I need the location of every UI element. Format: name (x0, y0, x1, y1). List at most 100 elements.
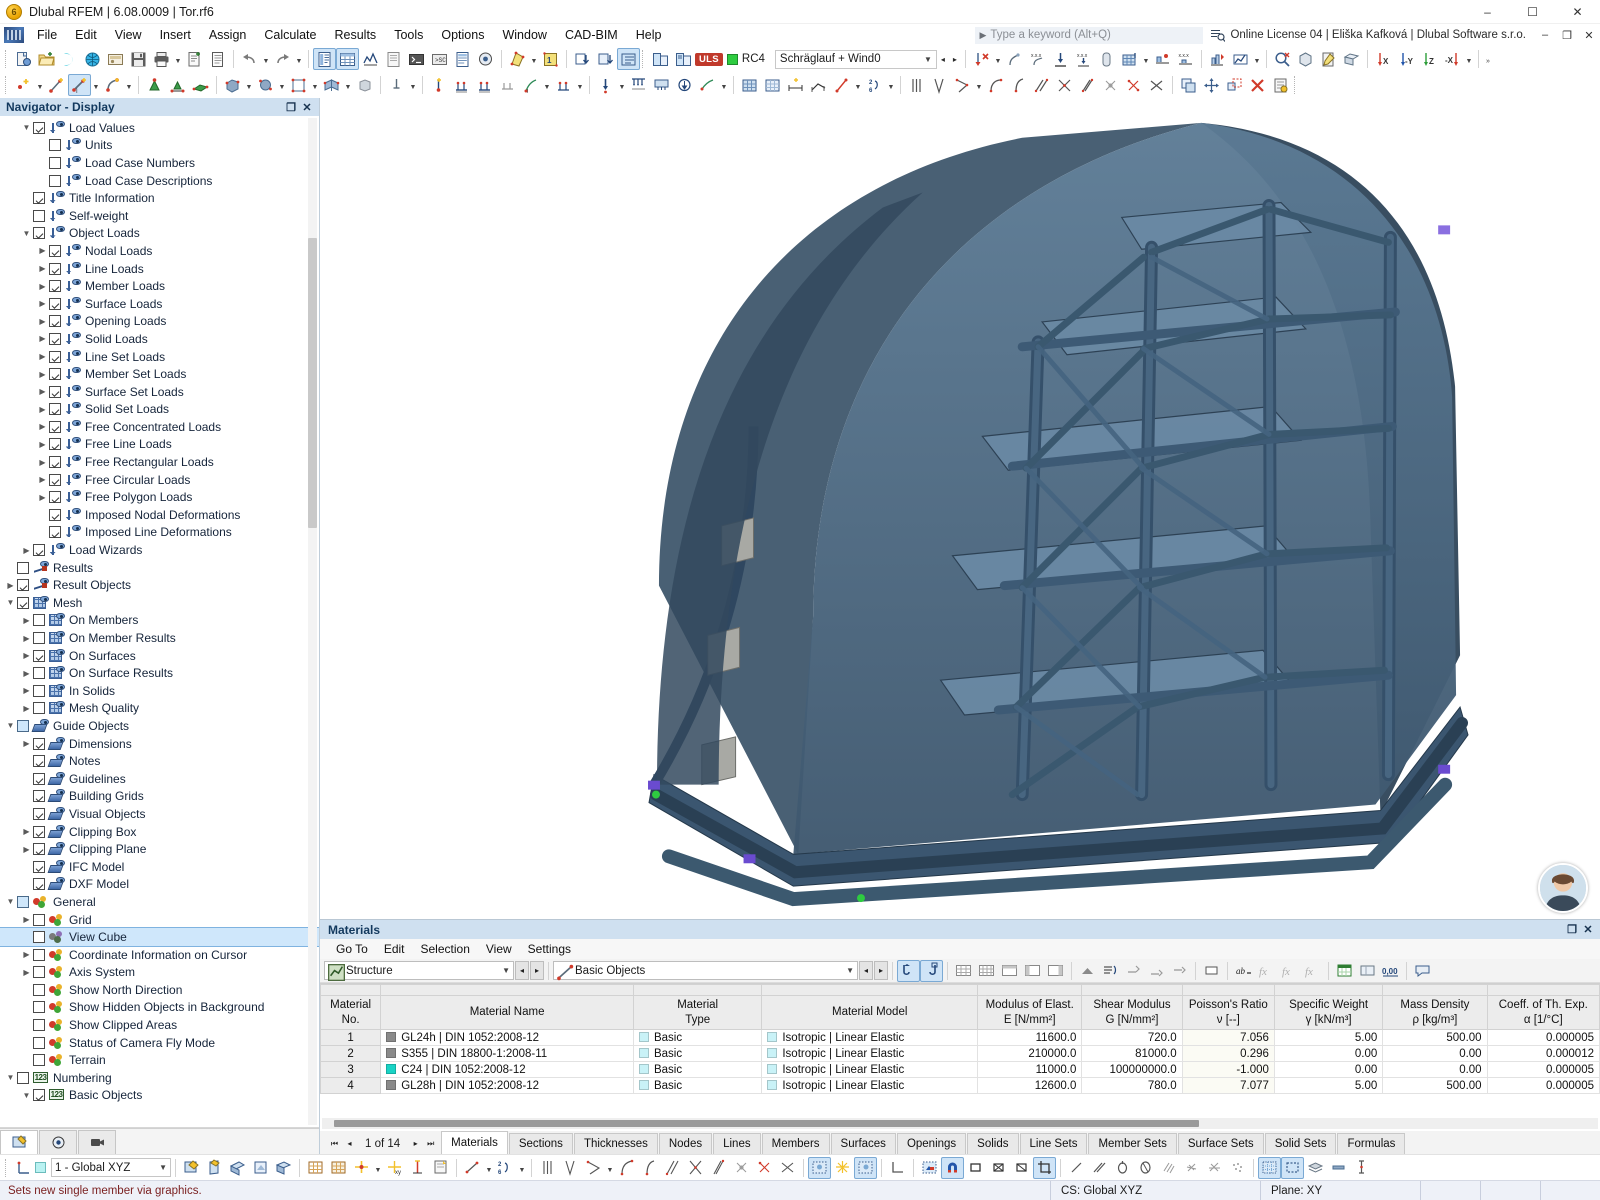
numbering-step-button[interactable]: 26 (863, 74, 886, 96)
deformation-xxx-button[interactable]: x.x.x (1026, 48, 1049, 70)
visibility-checkbox[interactable] (49, 174, 61, 187)
cell-shear-modulus[interactable]: 720.0 (1081, 1029, 1183, 1046)
support-surface-button[interactable] (189, 74, 212, 96)
load-display-button[interactable] (571, 48, 594, 70)
doc-restore-button[interactable]: ❐ (1556, 25, 1578, 45)
converge-guide-button[interactable] (559, 1157, 582, 1179)
navigator-item-coordinate-information-on-cursor[interactable]: ▶ Coordinate Information on Cursor (0, 946, 319, 964)
nodal-load-dropdown-icon[interactable]: ▼ (617, 74, 627, 96)
intersect-button[interactable] (1053, 74, 1076, 96)
show-bounding-box-button[interactable] (1281, 1156, 1304, 1179)
snap-settings-button[interactable] (350, 1157, 373, 1179)
section-properties-button[interactable] (830, 74, 853, 96)
visibility-checkbox[interactable] (49, 438, 61, 451)
numbering-display-button[interactable]: 1 (539, 48, 562, 70)
visibility-checkbox[interactable] (33, 227, 45, 240)
navigator-item-mesh-quality[interactable]: ▶ Mesh Quality (0, 700, 319, 718)
arc-button[interactable] (984, 74, 1007, 96)
chevron-right-icon[interactable]: ▶ (36, 456, 49, 469)
navigator-close-button[interactable]: ✕ (299, 99, 315, 115)
layers-button[interactable] (1304, 1157, 1327, 1179)
navigator-item-line-loads[interactable]: ▶ Line Loads (0, 260, 319, 278)
cell-specific-weight[interactable]: 0.00 (1273, 1061, 1384, 1078)
report-panel-button[interactable] (382, 48, 405, 70)
undo-button[interactable] (238, 48, 261, 70)
cell-thermal-expansion[interactable]: 0.000012 (1486, 1045, 1600, 1062)
app-menu-icon[interactable] (4, 27, 24, 43)
menu-calculate[interactable]: Calculate (255, 26, 325, 44)
member-hinge-button[interactable] (427, 74, 450, 96)
visibility-checkbox[interactable] (33, 632, 45, 645)
data-tab-sections[interactable]: Sections (508, 1133, 573, 1154)
converging-lines-button[interactable] (928, 74, 951, 96)
navigator-item-load-case-descriptions[interactable]: Load Case Descriptions (0, 172, 319, 190)
cloud-open-button[interactable] (58, 48, 81, 70)
table-column-header[interactable]: Shear Modulus G [N/mm²] (1081, 995, 1183, 1030)
support-dropdown-icon[interactable]: ▼ (993, 48, 1003, 70)
support-forces-values-button[interactable]: x.x.x (1072, 48, 1095, 70)
cell-mass-density[interactable]: 500.00 (1382, 1077, 1488, 1094)
visibility-checkbox[interactable] (17, 895, 29, 908)
visibility-checkbox[interactable] (49, 508, 61, 521)
cell-material-type[interactable]: Basic (632, 1061, 763, 1078)
calculation-diagram-button[interactable] (1229, 48, 1252, 70)
copy-object-button[interactable] (1177, 74, 1200, 96)
materials-table-wrapper[interactable]: Material No. Material Name Material Type Mate… (320, 983, 1600, 1131)
navigator-item-nodal-loads[interactable]: ▶ Nodal Loads (0, 242, 319, 260)
chevron-right-icon[interactable]: ▶ (20, 843, 33, 856)
select-reverse-button[interactable] (920, 959, 943, 982)
navigator-item-on-surfaces[interactable]: ▶ On Surfaces (0, 647, 319, 665)
visibility-checkbox[interactable] (17, 596, 29, 609)
visibility-checkbox[interactable] (33, 1019, 45, 1032)
visibility-checkbox[interactable] (49, 280, 61, 293)
parallel-tool-button[interactable] (1088, 1157, 1111, 1179)
chevron-down-icon[interactable]: ▼ (20, 227, 33, 240)
chevron-right-icon[interactable]: ▶ (20, 649, 33, 662)
chevron-right-icon[interactable]: ▶ (20, 737, 33, 750)
chevron-right-icon[interactable]: ▶ (36, 368, 49, 381)
line-support-button[interactable] (450, 74, 473, 96)
new-model-button[interactable] (12, 48, 35, 70)
cell-material-no[interactable]: 4 (320, 1077, 382, 1094)
node-dropdown-icon[interactable]: ▼ (35, 74, 45, 96)
navigator-item-free-rectangular-loads[interactable]: ▶ Free Rectangular Loads (0, 453, 319, 471)
navigator-item-grid[interactable]: ▶ Grid (0, 911, 319, 929)
redo-button[interactable] (271, 48, 294, 70)
navigator-item-show-hidden-objects-in-background[interactable]: Show Hidden Objects in Background (0, 999, 319, 1017)
data-tab-surface-sets[interactable]: Surface Sets (1177, 1133, 1264, 1154)
navigator-item-solid-set-loads[interactable]: ▶ Solid Set Loads (0, 401, 319, 419)
navigator-item-on-member-results[interactable]: ▶ On Member Results (0, 629, 319, 647)
table-column-header[interactable]: Modulus of Elast. E [N/mm²] (977, 995, 1083, 1030)
keyword-search-input[interactable]: ▶ Type a keyword (Alt+Q) (975, 26, 1204, 44)
minimize-button[interactable]: – (1465, 0, 1510, 24)
visibility-selection-button[interactable] (854, 1156, 877, 1179)
close-button[interactable]: ✕ (1555, 0, 1600, 24)
indent-row-button[interactable] (1168, 960, 1191, 982)
circle-tool-button[interactable] (1111, 1157, 1134, 1179)
cell-shear-modulus[interactable]: 81000.0 (1081, 1045, 1183, 1062)
cell-modulus-elasticity[interactable]: 11600.0 (977, 1029, 1083, 1046)
cell-poissons-ratio[interactable]: 7.056 (1181, 1029, 1275, 1046)
maximize-button[interactable]: ☐ (1510, 0, 1555, 24)
visibility-checkbox[interactable] (17, 579, 29, 592)
move-row-down-button[interactable] (1145, 960, 1168, 982)
cell-thermal-expansion[interactable]: 0.000005 (1486, 1061, 1600, 1078)
cell-thermal-expansion[interactable]: 0.000005 (1486, 1029, 1600, 1046)
menu-help[interactable]: Help (627, 26, 671, 44)
data-tab-members[interactable]: Members (761, 1133, 830, 1154)
chevron-right-icon[interactable]: ▶ (36, 244, 49, 257)
chevron-right-icon[interactable]: ▶ (36, 350, 49, 363)
visibility-checkbox[interactable] (33, 667, 45, 680)
navigator-item-imposed-nodal-deformations[interactable]: Imposed Nodal Deformations (0, 506, 319, 524)
navigator-item-member-set-loads[interactable]: ▶ Member Set Loads (0, 365, 319, 383)
new-surface-set-button[interactable] (320, 74, 343, 96)
support-node-button[interactable] (143, 74, 166, 96)
navigator-item-results[interactable]: Results (0, 559, 319, 577)
free-load-button[interactable] (673, 74, 696, 96)
cell-modulus-elasticity[interactable]: 210000.0 (977, 1045, 1083, 1062)
visibility-checkbox[interactable] (49, 385, 61, 398)
visibility-checkbox[interactable] (49, 332, 61, 345)
navigator-item-object-loads[interactable]: ▼ Object Loads (0, 225, 319, 243)
view-z-axis-button[interactable]: Z (1418, 48, 1441, 70)
measure-button[interactable] (807, 74, 830, 96)
